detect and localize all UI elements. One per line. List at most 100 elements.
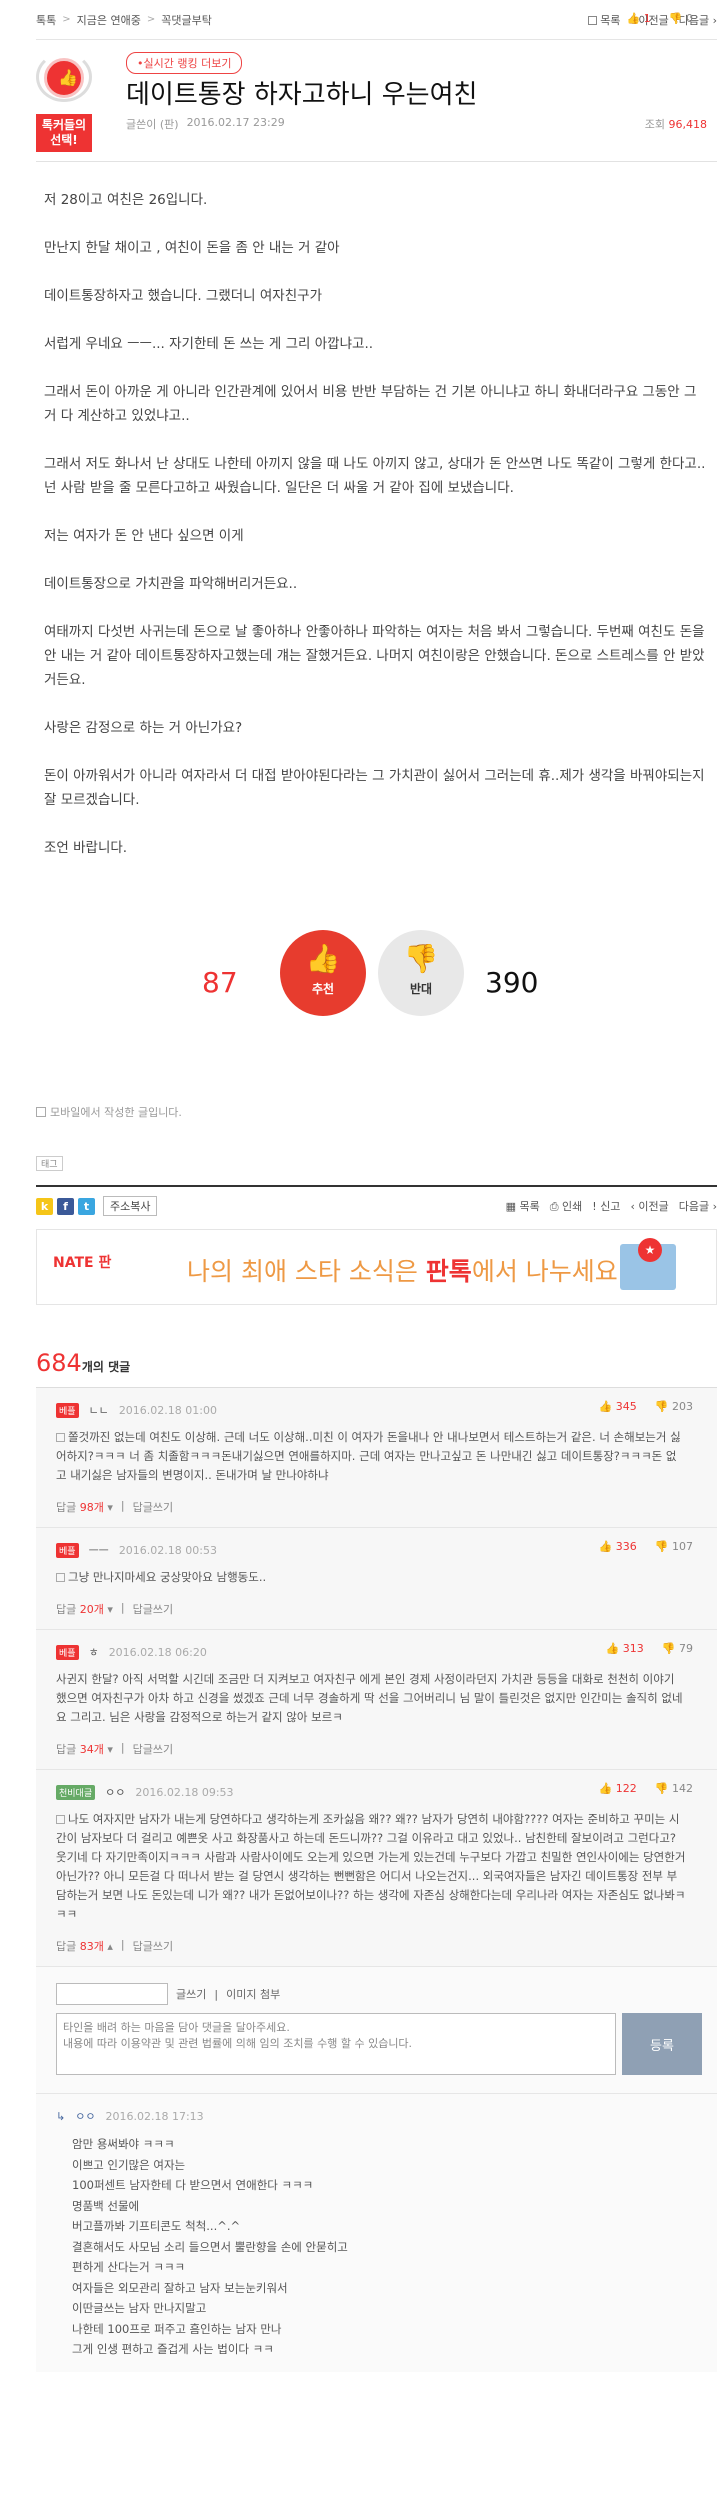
paragraph: 데이트통장으로 가치관을 파악해버리거든요.. xyxy=(44,576,298,592)
next-button[interactable]: 다음글 › xyxy=(679,1198,717,1214)
kakao-share-icon[interactable]: k xyxy=(36,1197,53,1215)
comment-list: 베플 ㄴㄴ 2016.02.18 01:00 👍 345 👎 203 쫄것까진 … xyxy=(36,12,717,2372)
prev-label: 이전글 xyxy=(638,1200,669,1213)
comment-text: 쫄것까진 없는데 여친도 이상해. 근데 너도 이상해..미친 이 여자가 돈을… xyxy=(56,1428,707,1485)
reply-form-top: 글쓰기 | 이미지 첨부 xyxy=(56,1983,707,2005)
promo-banner[interactable]: NATE 판 나의 최애 스타 소식은 판톡에서 나누세요! xyxy=(36,1229,717,1305)
comment-text: 그냥 만나지마세요 궁상맞아요 남행동도.. xyxy=(56,1568,707,1587)
comment-count-suffix: 개의 댓글 xyxy=(81,1360,131,1374)
reply-item: ↳ ㅇㅇ 2016.02.18 17:13 👍 1 👎 0 암만 용써봐야 ㅋㅋ… xyxy=(36,12,717,2372)
comment-author: ㅇㅇ xyxy=(105,1786,126,1799)
comment-votes: 👍 122 👎 142 xyxy=(599,1782,693,1795)
print-label: 인쇄 xyxy=(562,1200,583,1213)
comment-author: ㄴㄴ xyxy=(88,1404,109,1417)
post-date: 2016.02.17 23:29 xyxy=(186,116,285,129)
comment-author: ㅎ xyxy=(88,1646,99,1659)
write-reply-link[interactable]: 답글쓰기 xyxy=(133,1499,173,1515)
paragraph: 저는 여자가 돈 안 낸다 싶으면 이게 xyxy=(44,528,244,544)
comment-author: ㅡㅡ xyxy=(88,1544,109,1557)
downvote-count: 390 xyxy=(485,966,539,999)
comment-body: 사귄지 한달? 아직 서먹할 시긴데 조금만 더 지켜보고 여자친구 에게 본인… xyxy=(56,1672,683,1724)
best-badge: 베플 xyxy=(56,1542,79,1558)
list-button[interactable]: ▦ 목록 xyxy=(506,1198,540,1214)
comment-downvote[interactable]: 👎 107 xyxy=(655,1540,693,1553)
reply-down-count: 0 xyxy=(686,12,693,25)
upvote-count: 87 xyxy=(202,966,238,999)
replies-toggle[interactable]: 답글 98개 ▾ xyxy=(56,1499,113,1515)
list-label: 목록 xyxy=(600,13,621,27)
copy-url-button[interactable]: 주소복사 xyxy=(103,1196,158,1216)
reply-submit-button[interactable]: 등록 xyxy=(622,2013,702,2075)
reply-textarea[interactable]: 타인을 배려 하는 마음을 담아 댓글을 달아주세요. 내용에 따라 이용약관 … xyxy=(56,2013,616,2075)
image-attach-link[interactable]: 이미지 첨부 xyxy=(226,1986,280,2002)
comment-item: 천비대글 ㅇㅇ 2016.02.18 09:53 👍 122 👎 142 나도 … xyxy=(36,1770,717,1967)
replies-count: 34개 xyxy=(79,1743,104,1756)
breadcrumb-home[interactable]: 톡톡 xyxy=(36,12,56,28)
list-button[interactable]: 목록 xyxy=(588,12,620,28)
reply-form: 글쓰기 | 이미지 첨부 타인을 배려 하는 마음을 담아 댓글을 달아주세요.… xyxy=(36,1967,717,2094)
comment-downvote[interactable]: 👎 203 xyxy=(655,1400,693,1413)
facebook-share-icon[interactable]: f xyxy=(57,1197,74,1215)
banner-msg-bold: 판톡 xyxy=(425,1257,472,1286)
comment-date: 2016.02.18 01:00 xyxy=(118,1403,217,1417)
comment-upvote[interactable]: 👍 313 xyxy=(606,1642,644,1655)
controversy-badge: 천비대글 xyxy=(56,1784,96,1800)
prev-button[interactable]: ‹ 이전글 xyxy=(630,1198,668,1214)
reply-downvote[interactable]: 👎 0 xyxy=(669,12,693,25)
paragraph: 저 28이고 여친은 26입니다. xyxy=(44,192,208,208)
comment-item: 베플 ㅎ 2016.02.18 06:20 👍 313 👎 79 사귄지 한달?… xyxy=(36,1630,717,1770)
comment-body: 쫄것까진 없는데 여친도 이상해. 근데 너도 이상해..미친 이 여자가 돈을… xyxy=(56,1430,681,1482)
replies-toggle[interactable]: 답글 20개 ▾ xyxy=(56,1601,113,1617)
next-label: 다음글 xyxy=(678,1200,710,1213)
upvote-button[interactable]: 👍 추천 xyxy=(280,930,366,1016)
realtime-rank-link[interactable]: •실시간 랭킹 더보기 xyxy=(126,52,243,74)
reply-name-input[interactable] xyxy=(56,1983,168,2005)
upvote-label: 추천 xyxy=(311,982,335,996)
reply-author: ㅇㅇ xyxy=(75,2110,96,2123)
paragraph: 조언 바랍니다. xyxy=(44,840,128,856)
top-bar: 톡톡 > 지금은 연애중 > 꼭댓글부탁 목록 ‹ 이전글 다음글 › xyxy=(36,0,717,40)
medal-icon: 👍 xyxy=(36,50,92,112)
comment-down-count: 203 xyxy=(672,1400,693,1413)
comment-up-count: 345 xyxy=(615,1400,637,1413)
reply-placeholder: 타인을 배려 하는 마음을 담아 댓글을 달아주세요. 내용에 따라 이용약관 … xyxy=(63,2021,413,2050)
write-reply-link[interactable]: 답글쓰기 xyxy=(133,1938,173,1954)
write-reply-link[interactable]: 답글쓰기 xyxy=(133,1601,173,1617)
paragraph: 사랑은 감정으로 하는 거 아닌가요? xyxy=(44,720,243,736)
breadcrumb-section[interactable]: 지금은 연애중 xyxy=(77,12,141,28)
downvote-button[interactable]: 👎 반대 xyxy=(378,930,464,1016)
comment-upvote[interactable]: 👍 122 xyxy=(599,1782,637,1795)
comment-upvote[interactable]: 👍 345 xyxy=(599,1400,637,1413)
mobile-note-text: 모바일에서 작성한 글입니다. xyxy=(50,1106,182,1119)
write-reply-link[interactable]: 답글쓰기 xyxy=(133,1741,173,1757)
banner-msg-post: 에서 나누세요! xyxy=(471,1257,628,1286)
replies-count: 83개 xyxy=(79,1940,104,1953)
twitter-share-icon[interactable]: t xyxy=(78,1197,95,1215)
replies-toggle[interactable]: 답글 83개 ▴ xyxy=(56,1938,113,1954)
replies-label: 답글 xyxy=(56,1501,77,1514)
comment-votes: 👍 313 👎 79 xyxy=(606,1642,693,1655)
post-header: 👍 톡커들의 선택! •실시간 랭킹 더보기 데이트통장 하자고하니 우는여친 … xyxy=(36,40,717,162)
comment-count: 684개의 댓글 xyxy=(36,1349,717,1377)
report-button[interactable]: ! 신고 xyxy=(592,1198,620,1214)
comment-item: 베플 ㅡㅡ 2016.02.18 00:53 👍 336 👎 107 그냥 만나… xyxy=(36,1528,717,1630)
comment-downvote[interactable]: 👎 142 xyxy=(655,1782,693,1795)
breadcrumb-sub[interactable]: 꼭댓글부탁 xyxy=(161,12,212,28)
mobile-note: 모바일에서 작성한 글입니다. xyxy=(36,1104,717,1120)
post-title: 데이트통장 하자고하니 우는여친 xyxy=(126,80,478,110)
page-container: 톡톡 > 지금은 연애중 > 꼭댓글부탁 목록 ‹ 이전글 다음글 › 👍 톡커… xyxy=(36,0,717,2372)
comment-text: 나도 여자지만 남자가 내는게 당연하다고 생각하는게 조카싫음 왜?? 왜??… xyxy=(56,1810,707,1924)
reply-up-count: 1 xyxy=(643,12,651,25)
reply-upvote[interactable]: 👍 1 xyxy=(627,12,651,25)
list-label: 목록 xyxy=(519,1200,540,1213)
comment-upvote[interactable]: 👍 336 xyxy=(599,1540,637,1553)
comment-body: 그냥 만나지마세요 궁상맞아요 남행동도.. xyxy=(68,1570,267,1584)
envelope-icon xyxy=(620,1238,676,1290)
print-button[interactable]: ⎙ 인쇄 xyxy=(550,1198,583,1214)
banner-msg-pre: 나의 최애 스타 소식은 xyxy=(187,1257,426,1286)
thumbs-down-icon: 👎 xyxy=(403,942,439,975)
comment-downvote[interactable]: 👎 79 xyxy=(662,1642,693,1655)
write-login-link[interactable]: 글쓰기 xyxy=(176,1986,206,2002)
replies-toggle[interactable]: 답글 34개 ▾ xyxy=(56,1741,113,1757)
comment-up-count: 336 xyxy=(615,1540,637,1553)
